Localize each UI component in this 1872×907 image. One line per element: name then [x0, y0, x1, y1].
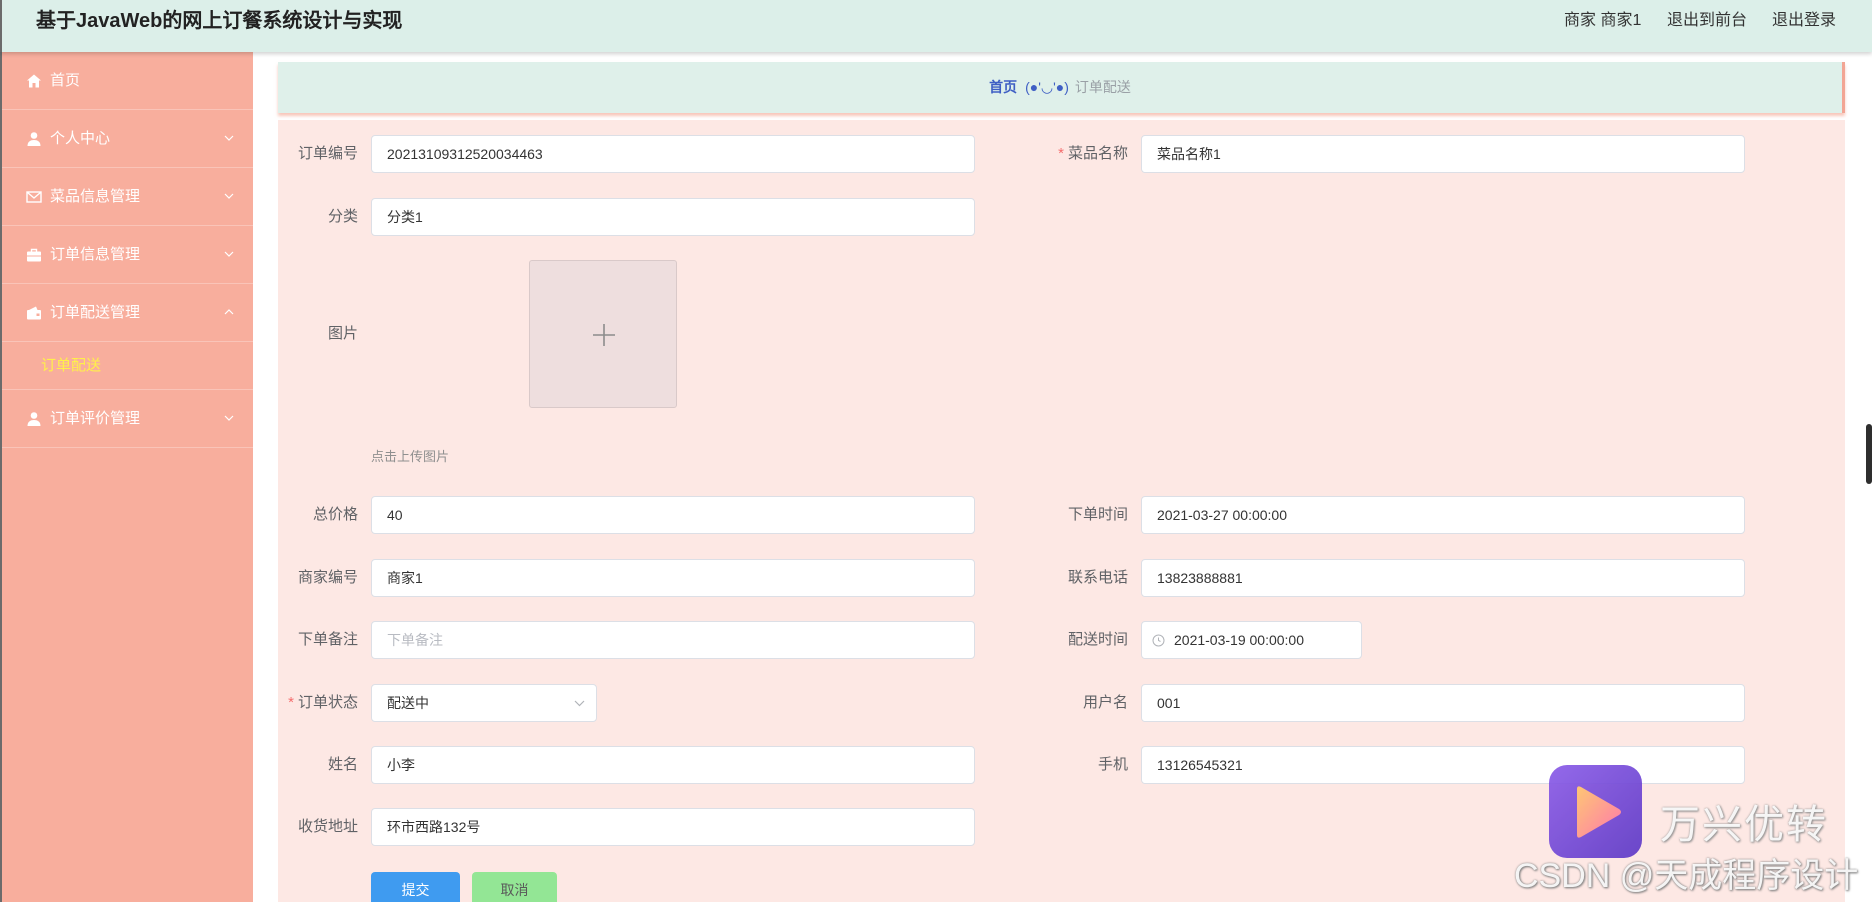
chevron-down-icon: [224, 134, 234, 142]
logout-link[interactable]: 退出登录: [1772, 0, 1836, 42]
sidebar-item-label: 订单配送管理: [50, 304, 141, 321]
chevron-down-icon: [224, 414, 234, 422]
breadcrumb-separator: (●'◡'●): [1025, 79, 1069, 95]
order-time-input[interactable]: [1141, 496, 1745, 534]
sidebar-submenu-order-delivery: 订单配送: [2, 342, 253, 390]
wallet-icon: [26, 305, 42, 321]
order-status-select[interactable]: 配送中: [371, 684, 597, 722]
username-input[interactable]: [1141, 684, 1745, 722]
merchant-no-label: 商家编号: [297, 569, 358, 586]
mobile-input[interactable]: [1141, 746, 1745, 784]
breadcrumb: 首页 (●'◡'●) 订单配送: [278, 62, 1845, 113]
order-status-value: 配送中: [387, 695, 429, 711]
chevron-down-icon: [224, 192, 234, 200]
image-label: 图片: [327, 325, 358, 342]
dish-name-input[interactable]: [1141, 135, 1745, 173]
home-icon: [26, 73, 42, 89]
briefcase-icon: [26, 247, 42, 263]
cancel-button[interactable]: 取消: [472, 872, 557, 902]
page-scrollbar-thumb[interactable]: [1866, 424, 1872, 484]
current-user-label[interactable]: 商家 商家1: [1564, 0, 1641, 42]
order-note-label: 下单备注: [297, 631, 358, 648]
order-no-input[interactable]: [371, 135, 975, 173]
order-status-label-text: 订单状态: [297, 694, 358, 711]
username-label: 用户名: [1082, 694, 1128, 711]
back-to-front-link[interactable]: 退出到前台: [1667, 0, 1747, 42]
user-icon: [26, 131, 42, 147]
dish-name-label: * 菜品名称: [998, 135, 1128, 173]
play-icon: [1577, 786, 1621, 838]
sidebar-item-label: 订单信息管理: [50, 246, 141, 263]
category-input[interactable]: [371, 198, 975, 236]
watermark-brand: 万兴优转: [1660, 803, 1828, 847]
sidebar-item-label: 订单评价管理: [50, 410, 141, 427]
mobile-label: 手机: [1097, 756, 1128, 773]
upload-hint: 点击上传图片: [371, 449, 450, 464]
name-label: 姓名: [327, 756, 358, 773]
required-mark: *: [288, 694, 294, 711]
sidebar-item-personal-center[interactable]: 个人中心: [2, 110, 253, 168]
sidebar: 首页 个人中心 菜品信息管理 订单信息管理 订单配送管理 订单配送 订单评价管理: [0, 52, 253, 902]
sidebar-item-label: 首页: [50, 72, 81, 89]
dish-name-label-text: 菜品名称: [1067, 145, 1128, 162]
contact-phone-label: 联系电话: [1067, 569, 1128, 586]
sidebar-item-dish-info[interactable]: 菜品信息管理: [2, 168, 253, 226]
app-title: 基于JavaWeb的网上订餐系统设计与实现: [36, 10, 403, 32]
order-status-label: * 订单状态: [258, 684, 358, 722]
address-label: 收货地址: [297, 818, 358, 835]
top-header: 基于JavaWeb的网上订餐系统设计与实现 商家 商家1 退出到前台 退出登录: [0, 0, 1872, 52]
order-no-label: 订单编号: [297, 145, 358, 162]
total-price-label: 总价格: [312, 506, 358, 523]
sidebar-item-label: 菜品信息管理: [50, 188, 141, 205]
category-label: 分类: [327, 208, 358, 225]
order-time-label: 下单时间: [1067, 506, 1128, 523]
breadcrumb-home-link[interactable]: 首页: [989, 79, 1017, 95]
user-icon: [26, 411, 42, 427]
order-note-input[interactable]: [371, 621, 975, 659]
sidebar-item-order-review[interactable]: 订单评价管理: [2, 390, 253, 448]
chevron-down-icon: [574, 700, 585, 707]
sidebar-subitem-order-delivery[interactable]: 订单配送: [41, 342, 101, 390]
chevron-up-icon: [224, 308, 234, 316]
chevron-down-icon: [224, 250, 234, 258]
image-upload-box[interactable]: [529, 260, 677, 408]
delivery-time-label: 配送时间: [1067, 631, 1128, 648]
sidebar-item-label: 个人中心: [50, 130, 111, 147]
watermark-logo: [1549, 765, 1642, 858]
total-price-input[interactable]: [371, 496, 975, 534]
envelope-icon: [26, 189, 42, 205]
plus-icon: [593, 324, 615, 346]
merchant-no-input[interactable]: [371, 559, 975, 597]
contact-phone-input[interactable]: [1141, 559, 1745, 597]
required-mark: *: [1058, 145, 1064, 162]
watermark-credit: CSDN @天成程序设计: [1514, 857, 1859, 895]
breadcrumb-current: 订单配送: [1074, 79, 1131, 95]
submit-button[interactable]: 提交: [371, 872, 460, 902]
sidebar-item-home[interactable]: 首页: [2, 52, 253, 110]
delivery-time-picker[interactable]: [1141, 621, 1362, 659]
sidebar-item-order-delivery[interactable]: 订单配送管理: [2, 284, 253, 342]
sidebar-item-order-info[interactable]: 订单信息管理: [2, 226, 253, 284]
delivery-time-input[interactable]: [1159, 622, 1359, 658]
address-input[interactable]: [371, 808, 975, 846]
name-input[interactable]: [371, 746, 975, 784]
